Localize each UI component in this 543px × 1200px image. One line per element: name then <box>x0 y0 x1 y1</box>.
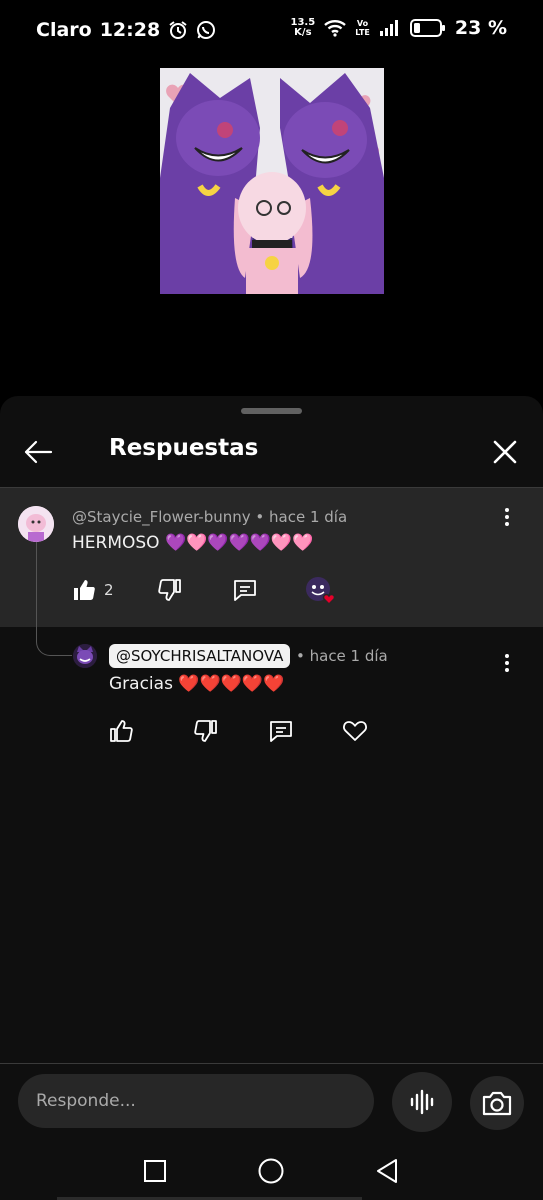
network-speed-unit: K/s <box>294 27 312 38</box>
status-right: 13.5 K/s Vo LTE 23 % <box>291 17 507 39</box>
back-nav-button[interactable] <box>370 1154 404 1188</box>
camera-icon <box>482 1091 512 1116</box>
comment-icon <box>270 721 292 742</box>
drag-handle[interactable] <box>241 408 302 414</box>
reply-meta: • hace 1 día <box>296 647 388 665</box>
close-button[interactable] <box>485 432 525 472</box>
back-button[interactable] <box>18 432 58 472</box>
network-speed: 13.5 K/s <box>291 18 316 38</box>
whatsapp-icon <box>196 20 216 40</box>
dislike-button[interactable] <box>194 719 218 743</box>
recents-button[interactable] <box>138 1154 172 1188</box>
reply-input[interactable] <box>18 1074 374 1128</box>
dislike-button[interactable] <box>158 578 182 602</box>
home-button[interactable] <box>254 1154 288 1188</box>
comment-text: HERMOSO 💜🩷💜💜💜🩷🩷 <box>72 533 314 553</box>
like-button[interactable] <box>109 719 133 743</box>
creator-heart-badge <box>304 575 338 609</box>
volte-indicator: Vo LTE <box>355 19 370 37</box>
thumbs-down-icon <box>194 720 217 742</box>
triangle-back-icon <box>377 1159 397 1183</box>
thread-connector <box>36 542 72 656</box>
more-options-button[interactable] <box>495 502 519 532</box>
reply-button[interactable] <box>232 578 258 602</box>
like-count: 2 <box>104 581 114 599</box>
parent-comment: @Staycie_Flower-bunny • hace 1 día HERMO… <box>0 488 543 627</box>
video-thumbnail[interactable] <box>160 68 384 294</box>
carrier-name: Claro <box>36 19 92 41</box>
more-options-button[interactable] <box>495 648 519 678</box>
camera-button[interactable] <box>470 1076 524 1130</box>
heart-icon <box>343 721 367 741</box>
circle-icon <box>258 1158 284 1184</box>
sheet-header: Respuestas <box>0 420 543 486</box>
author-mention-chip[interactable]: @SOYCHRISALTANOVA <box>109 644 291 668</box>
wifi-icon <box>324 19 347 37</box>
square-icon <box>144 1160 166 1182</box>
clock-time: 12:28 <box>99 19 161 41</box>
volte-top: Vo <box>356 19 369 28</box>
reply-button[interactable] <box>268 719 294 743</box>
battery-percentage: 23 % <box>454 17 507 39</box>
voice-input-button[interactable] <box>392 1072 452 1132</box>
thumbs-up-filled-icon <box>74 580 95 600</box>
avatar[interactable] <box>73 644 97 668</box>
reply-composer <box>0 1064 543 1138</box>
avatar[interactable] <box>18 506 54 542</box>
purple-cat-avatar-image <box>73 644 97 668</box>
heart-button[interactable] <box>342 719 368 743</box>
bunny-avatar-image <box>18 506 54 542</box>
status-bar: Claro 12:28 13.5 K/s Vo LTE 23 % <box>0 0 543 62</box>
navigation-bar <box>0 1138 543 1200</box>
close-icon <box>493 440 517 464</box>
creator-heart-icon <box>306 577 336 606</box>
comment-meta[interactable]: @Staycie_Flower-bunny • hace 1 día <box>72 508 347 526</box>
battery-icon <box>409 18 446 38</box>
thumbs-up-icon <box>110 720 133 742</box>
sheet-title: Respuestas <box>109 435 259 461</box>
thumbs-down-icon <box>158 579 181 601</box>
like-button[interactable]: 2 <box>72 578 114 602</box>
volte-bottom: LTE <box>355 28 370 37</box>
reply-text: Gracias ❤️❤️❤️❤️❤️ <box>109 674 285 694</box>
audio-wave-icon <box>410 1089 434 1115</box>
arrow-left-icon <box>24 440 53 464</box>
alarm-icon <box>168 20 188 40</box>
character-artwork-image <box>160 68 384 294</box>
status-left: Claro 12:28 <box>36 19 216 41</box>
signal-icon <box>379 19 401 37</box>
comment-icon <box>234 580 256 601</box>
